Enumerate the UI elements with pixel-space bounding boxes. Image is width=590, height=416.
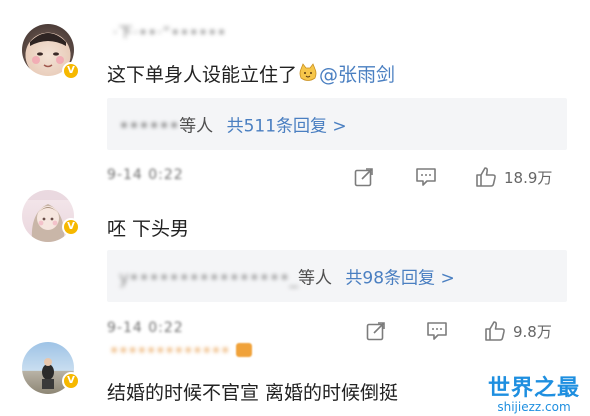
reply-users-blurred: y••••••••••••••••_	[119, 268, 298, 289]
reply-count-link[interactable]: 共98条回复 >	[345, 269, 454, 289]
thumbs-up-icon	[485, 321, 505, 341]
share-button[interactable]	[353, 166, 375, 188]
username[interactable]: •••••••••••••	[110, 343, 252, 359]
comment-button[interactable]	[425, 320, 449, 342]
watermark-url: shijiezz.com	[497, 400, 571, 414]
username[interactable]: ·下·••·“••••••	[113, 22, 227, 42]
reply-users-blurred: ••••••	[119, 116, 180, 137]
share-icon	[366, 322, 385, 341]
comment-content: 这下单身人设能立住了 @张雨剑	[107, 60, 395, 87]
verified-badge-icon: V	[62, 372, 80, 390]
comment-content: 结婚的时候不官宣 离婚的时候倒挺	[107, 378, 398, 405]
watermark: 世界之最 shijiezz.com	[488, 370, 580, 414]
reply-others-label: 等人	[298, 268, 332, 289]
timestamp-blurred: 9-14 0:22	[107, 167, 184, 183]
verified-badge-icon: V	[62, 62, 80, 80]
comment-text: 呸 下头男	[107, 218, 190, 240]
share-icon	[354, 168, 373, 187]
username-blurred: ·下·••·“••••••	[113, 25, 227, 41]
comment-timestamp: 9-14 0:22	[107, 320, 184, 336]
username-blurred: •••••••••••••	[110, 343, 231, 359]
reply-others-label: 等人	[179, 116, 214, 137]
watermark-title: 世界之最	[487, 376, 580, 401]
fan-badge-icon	[235, 343, 252, 357]
like-button[interactable]: 18.9万	[474, 165, 552, 189]
comment-text: 这下单身人设能立住了	[107, 64, 298, 86]
reply-summary[interactable]: y••••••••••••••••_等人 共98条回复 >	[107, 250, 567, 302]
reply-summary[interactable]: ••••••等人 共511条回复 >	[107, 98, 567, 150]
thumbs-up-icon	[476, 167, 496, 187]
like-count: 9.8万	[513, 322, 552, 341]
like-button[interactable]: 9.8万	[483, 319, 552, 343]
verified-badge-icon: V	[62, 218, 80, 236]
cat-face-emoji-icon	[298, 63, 318, 83]
reply-count-link[interactable]: 共511条回复 >	[227, 117, 347, 137]
mention-link[interactable]: @张雨剑	[319, 64, 395, 86]
comment-timestamp: 9-14 0:22	[107, 167, 184, 183]
comment-icon	[416, 168, 436, 186]
comment-content: 呸 下头男	[107, 214, 189, 241]
comment-icon	[427, 322, 447, 340]
timestamp-blurred: 9-14 0:22	[107, 320, 184, 336]
comment-text: 结婚的时候不官宣 离婚的时候倒挺	[107, 382, 399, 404]
like-count: 18.9万	[504, 168, 553, 187]
share-button[interactable]	[365, 320, 387, 342]
comment-button[interactable]	[414, 166, 438, 188]
